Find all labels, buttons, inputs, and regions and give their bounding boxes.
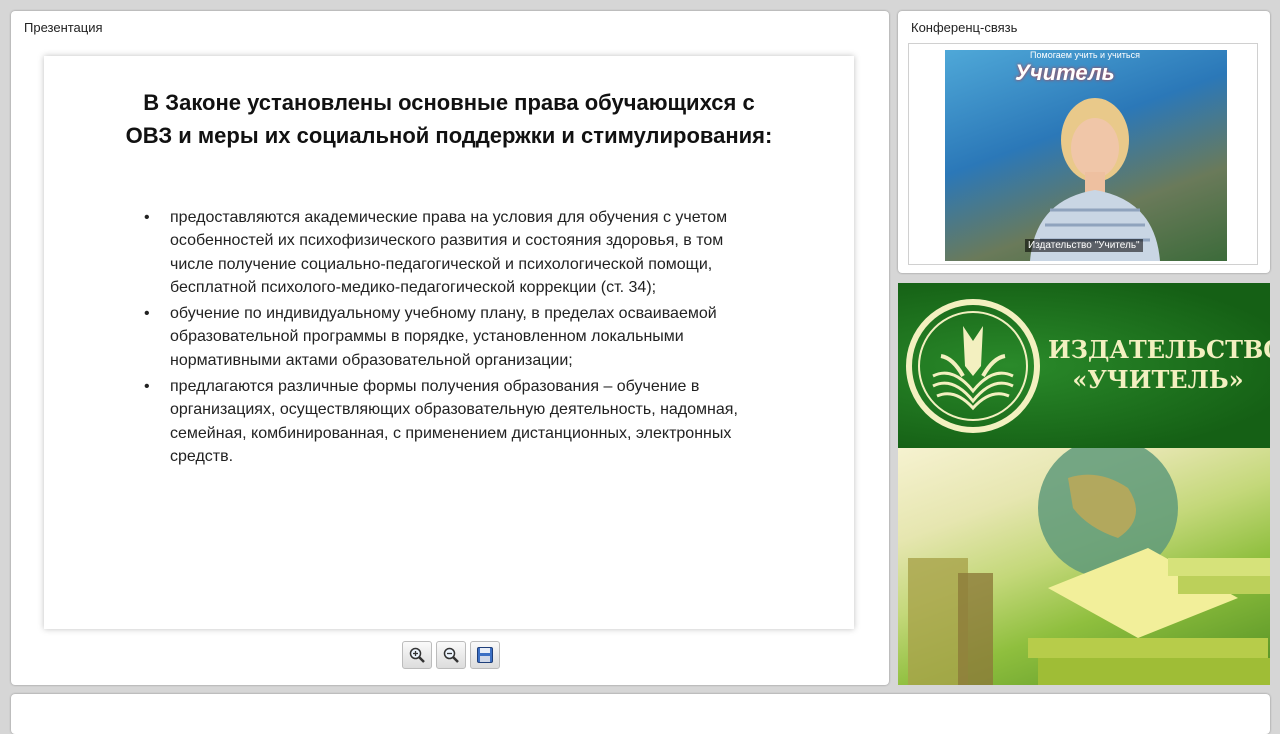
bullet-text: предлагаются различные формы получения о…: [170, 378, 738, 465]
zoom-out-icon: [443, 647, 459, 663]
backdrop-slogan: Помогаем учить и учиться: [1030, 50, 1140, 60]
publisher-banner: ИЗДАТЕЛЬСТВО «УЧИТЕЛЬ»: [898, 283, 1270, 685]
floppy-disk-icon: [477, 647, 493, 663]
zoom-out-button[interactable]: [436, 641, 466, 669]
backdrop-brand: Учитель: [1015, 60, 1115, 85]
list-item: • предоставляются академические права на…: [144, 206, 764, 299]
video-frame: Помогаем учить и учиться Учитель Издател…: [908, 43, 1258, 265]
video-caption: Издательство "Учитель": [1025, 239, 1143, 252]
bullet-icon: •: [144, 378, 150, 396]
publisher-name: ИЗДАТЕЛЬСТВО «УЧИТЕЛЬ»: [1048, 335, 1270, 395]
presentation-panel: Презентация В Законе установлены основны…: [11, 11, 889, 685]
books-globe-image: [898, 438, 1270, 685]
zoom-in-icon: [409, 647, 425, 663]
presentation-slide: В Законе установлены основные права обуч…: [44, 56, 854, 629]
list-item: • предлагаются различные формы получения…: [144, 375, 764, 468]
bullet-text: предоставляются академические права на у…: [170, 209, 728, 296]
open-book-logo-icon: [906, 299, 1040, 433]
slide-bullet-list: • предоставляются академические права на…: [144, 206, 764, 471]
slide-toolbar: [402, 641, 500, 669]
speaker-figure-icon: [1030, 98, 1160, 261]
conference-panel: Конференц-связь Помогаем учить и учиться…: [898, 11, 1270, 273]
conference-panel-title: Конференц-связь: [911, 20, 1018, 35]
bullet-icon: •: [144, 209, 150, 226]
bottom-panel: [11, 694, 1270, 734]
list-item: • обучение по индивидуальному учебному п…: [144, 302, 764, 372]
bullet-icon: •: [144, 305, 150, 323]
publisher-banner-top: ИЗДАТЕЛЬСТВО «УЧИТЕЛЬ»: [898, 283, 1270, 448]
publisher-name-line1: ИЗДАТЕЛЬСТВО: [1048, 335, 1270, 364]
slide-title: В Законе установлены основные права обуч…: [125, 90, 773, 148]
save-button[interactable]: [470, 641, 500, 669]
webcam-video[interactable]: Помогаем учить и учиться Учитель Издател…: [945, 50, 1227, 261]
bullet-text: обучение по индивидуальному учебному пла…: [170, 305, 717, 369]
publisher-name-line2: «УЧИТЕЛЬ»: [1072, 365, 1244, 394]
zoom-in-button[interactable]: [402, 641, 432, 669]
presentation-panel-title: Презентация: [24, 20, 103, 35]
globe-and-books-icon: [908, 438, 1270, 685]
